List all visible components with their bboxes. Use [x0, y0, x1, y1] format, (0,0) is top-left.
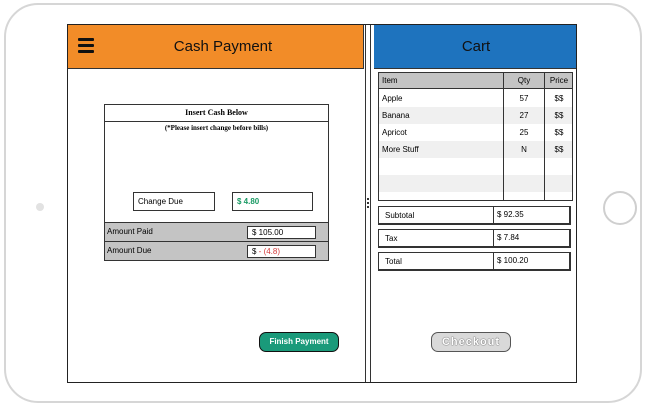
amount-due-row: Amount Due $ - (4.8) — [105, 241, 328, 260]
tax-label: Tax — [385, 234, 398, 243]
payment-title: Cash Payment — [173, 38, 273, 55]
item-price: $$ — [554, 94, 564, 103]
total-value: $ 100.20 — [497, 256, 529, 265]
amount-due-label: Amount Due — [107, 246, 152, 255]
column-divider — [544, 73, 545, 200]
item-name: Banana — [382, 111, 410, 120]
cart-table: Item Qty Price Apple 57 $$ Banana 27 $$ … — [378, 72, 573, 201]
summary-divider — [493, 230, 494, 246]
finish-payment-button[interactable]: Finish Payment — [259, 332, 339, 352]
item-price: $$ — [554, 128, 564, 137]
item-qty: 57 — [519, 94, 529, 103]
column-divider — [503, 73, 504, 200]
item-qty: N — [521, 145, 527, 154]
item-qty: 25 — [519, 128, 529, 137]
checkout-button[interactable]: Checkout — [431, 332, 511, 352]
tax-value: $ 7.84 — [497, 233, 520, 242]
amount-paid-row: Amount Paid $ 105.00 — [105, 222, 328, 241]
amount-due-field[interactable]: $ - (4.8) — [247, 245, 316, 258]
insert-cash-title: Insert Cash Below — [105, 105, 328, 122]
subtotal-row: Subtotal $ 92.35 — [378, 206, 571, 225]
home-button[interactable] — [603, 191, 637, 225]
insert-cash-panel: Insert Cash Below (*Please insert change… — [104, 104, 329, 261]
item-price: $$ — [554, 145, 564, 154]
summary-divider — [493, 207, 494, 223]
total-row: Total $ 100.20 — [378, 252, 571, 271]
camera-icon — [36, 203, 44, 211]
item-price: $$ — [554, 111, 564, 120]
item-qty: 27 — [519, 111, 529, 120]
insert-cash-note: (*Please insert change before bills) — [164, 124, 269, 132]
change-due-label: Change Due — [133, 192, 215, 211]
amount-paid-field[interactable]: $ 105.00 — [247, 226, 316, 239]
hamburger-menu-icon[interactable] — [78, 38, 94, 53]
payment-header: Cash Payment — [68, 25, 364, 69]
item-name: Apricot — [382, 128, 407, 137]
subtotal-label: Subtotal — [385, 211, 415, 220]
app-screen: Cash Payment Insert Cash Below (*Please … — [67, 24, 577, 383]
cart-title: Cart — [461, 38, 491, 55]
column-header-price: Price — [549, 76, 569, 85]
amount-due-value: - (4.8) — [256, 247, 281, 256]
summary-divider — [493, 253, 494, 269]
column-header-item: Item — [382, 76, 398, 85]
item-name: More Stuff — [382, 145, 419, 154]
panel-divider[interactable] — [365, 25, 371, 382]
column-header-qty: Qty — [517, 76, 531, 85]
drag-handle-icon[interactable] — [367, 198, 369, 210]
amount-paid-label: Amount Paid — [107, 227, 153, 236]
total-label: Total — [385, 257, 402, 266]
subtotal-value: $ 92.35 — [497, 210, 524, 219]
item-name: Apple — [382, 94, 403, 103]
cart-header: Cart — [374, 25, 576, 69]
tax-row: Tax $ 7.84 — [378, 229, 571, 248]
change-due-value: $ 4.80 — [232, 192, 313, 211]
